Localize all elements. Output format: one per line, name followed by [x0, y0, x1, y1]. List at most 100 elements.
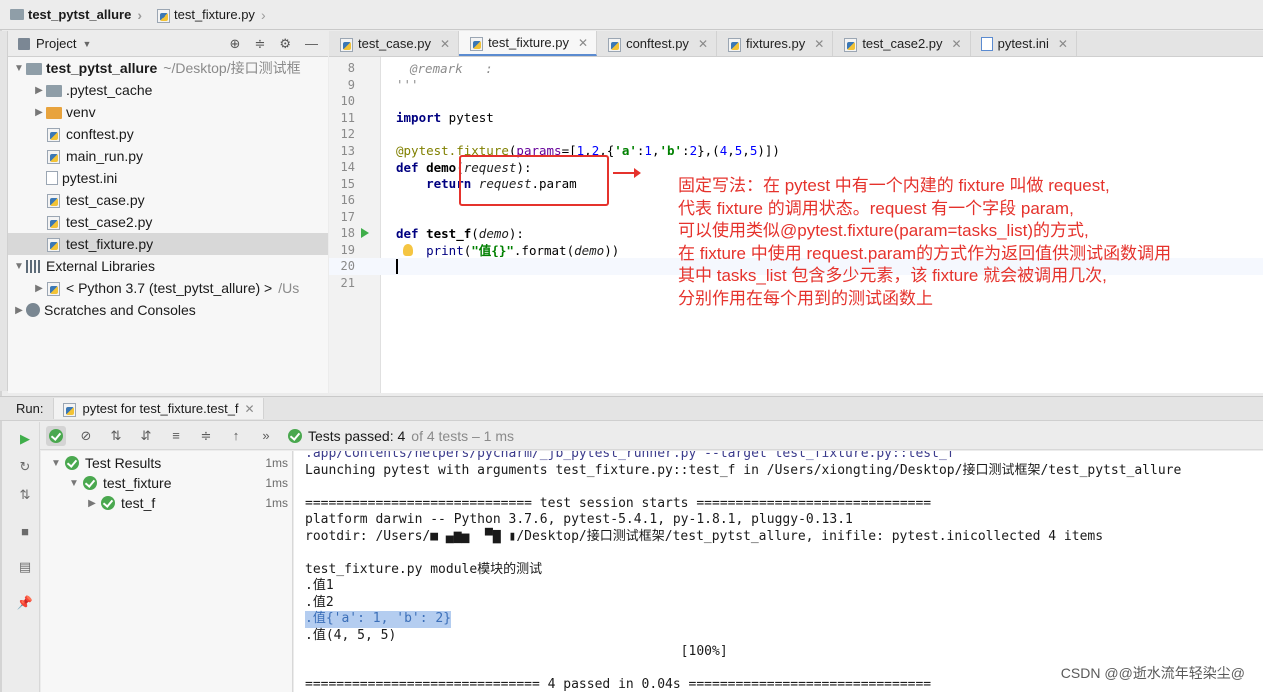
annotation-line: 代表 fixture 的调用状态。request 有一个字段 param,	[678, 198, 1074, 218]
project-panel-header: Project ▼ ⊕ ≑ ⚙ —	[8, 31, 328, 57]
tree-item-external-libraries[interactable]: ▼ External Libraries	[8, 255, 328, 277]
tree-item-python-sdk[interactable]: ▶ < Python 3.7 (test_pytst_allure) > /Us	[8, 277, 328, 299]
tree-item-main-run[interactable]: main_run.py	[8, 145, 328, 167]
more-icon[interactable]: »	[256, 426, 276, 446]
layout-icon[interactable]: ▤	[16, 558, 34, 576]
code-text: @remark :	[410, 60, 493, 76]
test-status: Tests passed: 4 of 4 tests – 1 ms	[288, 428, 514, 444]
close-icon[interactable]: ✕	[952, 37, 962, 51]
test-node-label: test_f	[121, 495, 156, 511]
pin-icon[interactable]: 📌	[16, 594, 34, 612]
line-number: 9	[347, 77, 355, 92]
console-line: .值2	[305, 594, 334, 610]
tree-item-conftest[interactable]: conftest.py	[8, 123, 328, 145]
close-icon[interactable]: ✕	[698, 37, 708, 51]
tree-item-project-root[interactable]: ▼ test_pytst_allure ~/Desktop/接口测试框	[8, 57, 328, 79]
scratch-icon	[26, 303, 40, 317]
tree-item-scratches[interactable]: ▶ Scratches and Consoles	[8, 299, 328, 321]
breadcrumb-file-label: test_fixture.py	[174, 7, 255, 22]
python-file-icon	[46, 127, 62, 142]
show-passed-icon[interactable]	[46, 425, 66, 446]
close-icon[interactable]: ✕	[245, 402, 255, 416]
python-file-icon	[607, 37, 622, 52]
test-node-function[interactable]: ▶ test_f 1ms	[41, 493, 292, 513]
tree-item-venv[interactable]: ▶ venv	[8, 101, 328, 123]
code-line: 11 import pytest	[329, 110, 1263, 127]
library-icon	[26, 259, 42, 273]
tab-test-case2[interactable]: test_case2.py ✕	[833, 31, 971, 56]
chevron-right-icon: ›	[260, 6, 266, 23]
tree-item-label: External Libraries	[46, 258, 155, 274]
passed-icon	[101, 496, 115, 510]
collapse-all-icon[interactable]: ≑	[196, 426, 216, 446]
stop-icon[interactable]: ■	[16, 522, 34, 540]
tab-test-fixture[interactable]: test_fixture.py ✕	[459, 31, 598, 56]
test-node-module[interactable]: ▼ test_fixture 1ms	[41, 473, 292, 493]
line-number: 13	[340, 143, 355, 158]
annotation-line: 分别作用在每个用到的测试函数上	[678, 288, 933, 308]
passed-icon	[288, 428, 302, 443]
run-tab[interactable]: pytest for test_fixture.test_f ✕	[53, 398, 264, 419]
test-results-root[interactable]: ▼ Test Results 1ms	[41, 453, 292, 473]
gear-icon[interactable]: ⚙	[279, 36, 291, 52]
tab-label: test_fixture.py	[488, 35, 569, 50]
test-duration: 1ms	[265, 496, 288, 510]
tab-conftest[interactable]: conftest.py ✕	[597, 31, 717, 56]
run-vertical-toolbar: ▶ ↻ ⇅ ■ ▤ 📌	[8, 422, 40, 692]
run-toolbar: ⊘ ⇅ ⇵ ≡ ≑ ↑ » Tests passed: 4 of 4 tests…	[40, 422, 1263, 450]
chevron-down-icon[interactable]: ▼	[82, 39, 91, 49]
line-number: 21	[340, 275, 355, 290]
rerun-icon[interactable]: ▶	[16, 430, 34, 448]
tab-label: test_case.py	[358, 36, 431, 51]
tab-fixtures[interactable]: fixtures.py ✕	[717, 31, 834, 56]
tree-item-pytest-cache[interactable]: ▶ .pytest_cache	[8, 79, 328, 101]
console-line: rootdir: /Users/■ ▄▆▅ ▀▇ ▮/Desktop/接口测试框…	[305, 528, 1104, 544]
code-text: '''	[396, 77, 419, 93]
expand-arrow-icon[interactable]: ▼	[49, 458, 63, 469]
close-icon[interactable]: ✕	[1058, 37, 1068, 51]
collapse-arrow-icon[interactable]: ▶	[32, 85, 46, 96]
console-line: [100%]	[305, 644, 728, 659]
breadcrumb-file[interactable]: test_fixture.py ›	[152, 5, 272, 25]
collapse-arrow-icon[interactable]: ▶	[85, 498, 99, 509]
tree-item-test-case2[interactable]: test_case2.py	[8, 211, 328, 233]
expand-arrow-icon[interactable]: ▼	[12, 261, 26, 272]
rerun-failed-icon[interactable]: ↻	[16, 458, 34, 476]
tree-item-test-fixture[interactable]: test_fixture.py	[8, 233, 328, 255]
toggle-auto-test-icon[interactable]: ⇅	[16, 486, 34, 504]
show-ignored-icon[interactable]: ⊘	[76, 426, 96, 446]
collapse-arrow-icon[interactable]: ▶	[32, 107, 46, 118]
expand-all-icon[interactable]: ≡	[166, 426, 186, 446]
breadcrumb-project[interactable]: test_pytst_allure ›	[6, 5, 148, 25]
collapse-all-icon[interactable]: ≑	[254, 36, 265, 52]
tab-label: test_case2.py	[862, 36, 943, 51]
tree-item-label: Scratches and Consoles	[44, 302, 196, 318]
collapse-arrow-icon[interactable]: ▶	[32, 283, 46, 294]
locate-icon[interactable]: ⊕	[230, 36, 241, 52]
python-sdk-icon	[46, 281, 62, 296]
expand-arrow-icon[interactable]: ▼	[12, 63, 26, 74]
console-output[interactable]: .app/Contents/helpers/pycharm/_jb_pytest…	[294, 451, 1263, 692]
python-file-icon	[339, 37, 353, 52]
line-number: 12	[340, 127, 355, 142]
tree-item-pytest-ini[interactable]: pytest.ini	[8, 167, 328, 189]
sort-duration-icon[interactable]: ⇵	[136, 426, 156, 446]
python-file-icon	[843, 37, 858, 52]
close-icon[interactable]: ✕	[440, 37, 450, 51]
tree-item-test-case[interactable]: test_case.py	[8, 189, 328, 211]
tab-test-case[interactable]: test_case.py ✕	[329, 31, 460, 56]
folder-icon	[10, 9, 24, 20]
close-icon[interactable]: ✕	[578, 36, 588, 50]
project-panel-title[interactable]: Project	[36, 36, 76, 51]
tab-pytest-ini[interactable]: pytest.ini ✕	[971, 31, 1077, 56]
console-line: ============================= test sessi…	[305, 495, 932, 511]
python-file-icon	[46, 215, 62, 230]
tree-item-label: test_case2.py	[66, 214, 153, 230]
hide-panel-icon[interactable]: —	[305, 36, 318, 52]
run-gutter-icon[interactable]	[361, 228, 369, 239]
sort-alpha-icon[interactable]: ⇅	[106, 426, 126, 446]
previous-failed-icon[interactable]: ↑	[226, 426, 246, 446]
collapse-arrow-icon[interactable]: ▶	[12, 305, 26, 316]
expand-arrow-icon[interactable]: ▼	[67, 478, 81, 489]
close-icon[interactable]: ✕	[814, 37, 824, 51]
